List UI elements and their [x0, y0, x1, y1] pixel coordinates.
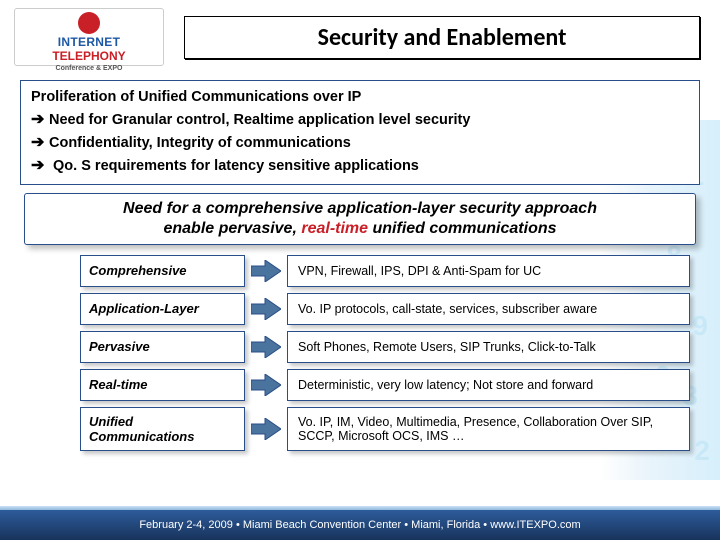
tagline-box: Need for a comprehensive application-lay…	[24, 193, 696, 245]
fat-arrow-icon	[251, 298, 281, 320]
feature-row: Pervasive Soft Phones, Remote Users, SIP…	[80, 331, 690, 363]
intro-bullet-text: Need for Granular control, Realtime appl…	[49, 112, 470, 128]
feature-desc: Vo. IP protocols, call-state, services, …	[287, 293, 690, 325]
tagline-line1: Need for a comprehensive application-lay…	[35, 200, 685, 218]
fat-arrow-icon	[251, 374, 281, 396]
intro-bullet: ➔Confidentiality, Integrity of communica…	[31, 131, 689, 154]
arrow-icon: ➔	[31, 154, 49, 177]
feature-row: Application-Layer Vo. IP protocols, call…	[80, 293, 690, 325]
intro-bullet-text: Qo. S requirements for latency sensitive…	[53, 158, 419, 174]
tagline-text: unified communications	[368, 220, 556, 237]
tagline-highlight: real-time	[301, 220, 368, 237]
feature-row: Comprehensive VPN, Firewall, IPS, DPI & …	[80, 255, 690, 287]
fat-arrow-icon	[251, 336, 281, 358]
feature-label: Pervasive	[80, 331, 245, 363]
intro-bullet: ➔Need for Granular control, Realtime app…	[31, 108, 689, 131]
feature-label: Unified Communications	[80, 407, 245, 451]
fat-arrow-icon	[251, 260, 281, 282]
intro-lead: Proliferation of Unified Communications …	[31, 87, 689, 108]
tagline-text: enable pervasive,	[163, 220, 301, 237]
feature-rows: Comprehensive VPN, Firewall, IPS, DPI & …	[80, 255, 690, 451]
event-logo: INTERNET TELEPHONY Conference & EXPO	[14, 8, 164, 66]
feature-row: Unified Communications Vo. IP, IM, Video…	[80, 407, 690, 451]
tagline-line2: enable pervasive, real-time unified comm…	[35, 220, 685, 238]
logo-line3: Conference & EXPO	[56, 65, 123, 72]
title-box: Security and Enablement	[184, 16, 700, 59]
intro-bullet-text: Confidentiality, Integrity of communicat…	[49, 135, 351, 151]
feature-desc: Deterministic, very low latency; Not sto…	[287, 369, 690, 401]
feature-desc: Vo. IP, IM, Video, Multimedia, Presence,…	[287, 407, 690, 451]
intro-box: Proliferation of Unified Communications …	[20, 80, 700, 185]
feature-desc: VPN, Firewall, IPS, DPI & Anti-Spam for …	[287, 255, 690, 287]
intro-bullet: ➔ Qo. S requirements for latency sensiti…	[31, 154, 689, 177]
logo-line2: TELEPHONY	[52, 49, 125, 63]
feature-label: Comprehensive	[80, 255, 245, 287]
logo-line1: INTERNET	[58, 35, 120, 49]
fat-arrow-icon	[251, 418, 281, 440]
slide-footer: February 2-4, 2009 • Miami Beach Convent…	[0, 510, 720, 540]
feature-label: Real-time	[80, 369, 245, 401]
feature-label: Application-Layer	[80, 293, 245, 325]
footer-text: February 2-4, 2009 • Miami Beach Convent…	[139, 519, 580, 531]
slide-header: INTERNET TELEPHONY Conference & EXPO Sec…	[0, 0, 720, 70]
feature-desc: Soft Phones, Remote Users, SIP Trunks, C…	[287, 331, 690, 363]
arrow-icon: ➔	[31, 131, 49, 154]
arrow-icon: ➔	[31, 108, 49, 131]
slide-title: Security and Enablement	[195, 23, 689, 52]
feature-row: Real-time Deterministic, very low latenc…	[80, 369, 690, 401]
